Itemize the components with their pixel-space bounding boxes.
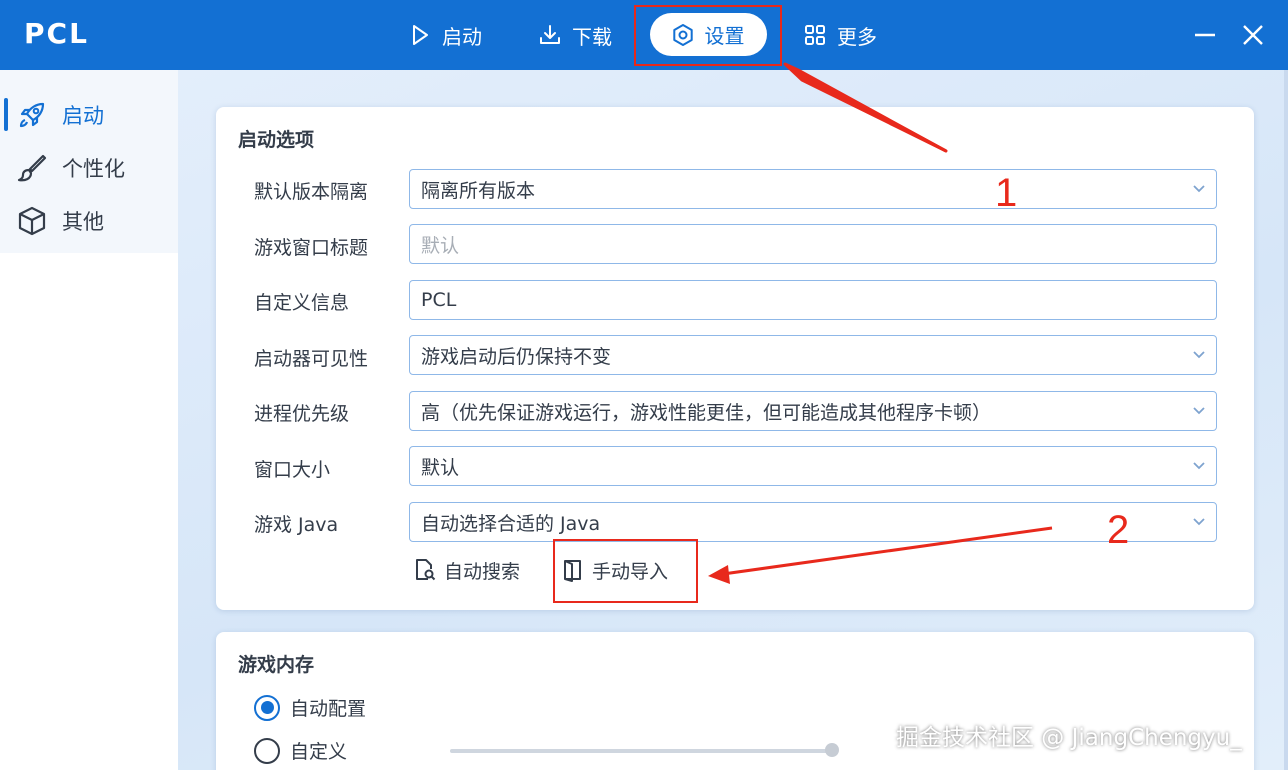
radio-checked-icon [254, 694, 280, 721]
nav-launch-label: 启动 [442, 24, 482, 49]
memory-auto-radio[interactable]: 自动配置 [254, 694, 366, 721]
chevron-down-icon [1193, 518, 1205, 526]
process-priority-value: 高（优先保证游戏运行，游戏性能更佳，但可能造成其他程序卡顿） [421, 401, 992, 424]
window-title-placeholder: 默认 [421, 234, 460, 257]
radio-unchecked-icon [254, 737, 280, 764]
window-size-select[interactable]: 默认 [409, 446, 1217, 486]
auto-search-button[interactable]: 自动搜索 [414, 555, 520, 585]
sidebar-item-other[interactable]: 其他 [0, 194, 178, 247]
process-priority-select[interactable]: 高（优先保证游戏运行，游戏性能更佳，但可能造成其他程序卡顿） [409, 391, 1217, 431]
auto-search-label: 自动搜索 [444, 560, 521, 583]
play-icon [413, 25, 428, 45]
window-title-label: 游戏窗口标题 [254, 237, 369, 259]
annotation-number-1: 1 [995, 171, 1018, 215]
sidebar-item-label: 其他 [62, 209, 104, 234]
box-icon [18, 206, 46, 235]
version-isolation-select[interactable]: 隔离所有版本 [409, 169, 1217, 209]
file-search-icon [416, 559, 436, 581]
launch-options-card: 启动选项 默认版本隔离 隔离所有版本 游戏窗口标题 默认 自定义信息 PCL 启… [216, 107, 1254, 610]
custom-info-label: 自定义信息 [254, 292, 350, 314]
launcher-visibility-value: 游戏启动后仍保持不变 [421, 345, 612, 368]
version-isolation-value: 隔离所有版本 [421, 179, 536, 202]
custom-info-input[interactable]: PCL [409, 280, 1217, 320]
annotation-box-settings [634, 5, 782, 66]
game-java-value: 自动选择合适的 Java [421, 512, 601, 535]
nav-launch[interactable]: 启动 [408, 12, 482, 58]
nav-more[interactable]: 更多 [803, 12, 877, 58]
game-java-label: 游戏 Java [254, 514, 339, 536]
nav-download-label: 下载 [572, 24, 612, 49]
launcher-visibility-label: 启动器可见性 [254, 348, 369, 370]
window-title-input[interactable]: 默认 [409, 224, 1217, 264]
grid-icon [805, 25, 825, 45]
close-button[interactable] [1236, 18, 1270, 52]
window-size-value: 默认 [421, 456, 460, 479]
download-icon [540, 25, 560, 44]
annotation-number-2: 2 [1107, 508, 1130, 552]
minimize-button[interactable] [1188, 18, 1222, 52]
memory-auto-label: 自动配置 [290, 698, 367, 720]
custom-info-value: PCL [421, 289, 457, 311]
chevron-down-icon [1193, 351, 1205, 359]
memory-slider-track[interactable] [450, 749, 832, 753]
sidebar-item-personalize[interactable]: 个性化 [0, 141, 178, 194]
window-size-label: 窗口大小 [254, 459, 331, 481]
version-isolation-label: 默认版本隔离 [254, 181, 369, 203]
sidebar: 启动 个性化 其他 [0, 70, 178, 770]
chevron-down-icon [1193, 185, 1205, 193]
annotation-box-manual-import [553, 539, 698, 603]
sidebar-item-label: 个性化 [62, 156, 125, 181]
launch-options-title: 启动选项 [238, 129, 315, 151]
sidebar-item-launch[interactable]: 启动 [0, 88, 178, 141]
memory-slider-thumb[interactable] [825, 743, 839, 757]
memory-custom-radio[interactable]: 自定义 [254, 737, 347, 764]
close-icon [1243, 25, 1263, 45]
chevron-down-icon [1193, 407, 1205, 415]
scrollbar[interactable] [1284, 70, 1288, 770]
chevron-down-icon [1193, 462, 1205, 470]
sidebar-group: 启动 个性化 其他 [0, 70, 178, 253]
process-priority-label: 进程优先级 [254, 403, 350, 425]
sidebar-item-label: 启动 [62, 103, 104, 128]
brush-icon [17, 154, 47, 181]
watermark: 掘金技术社区 @ JiangChengyu_ [896, 725, 1242, 751]
nav-download[interactable]: 下载 [538, 12, 612, 58]
game-java-select[interactable]: 自动选择合适的 Java [409, 502, 1217, 542]
rocket-icon [19, 102, 45, 127]
game-memory-title: 游戏内存 [238, 654, 315, 676]
minimize-icon [1195, 33, 1215, 37]
launcher-visibility-select[interactable]: 游戏启动后仍保持不变 [409, 335, 1217, 375]
app-logo: PCL [24, 17, 89, 50]
memory-custom-label: 自定义 [290, 741, 348, 763]
nav-more-label: 更多 [837, 24, 877, 49]
